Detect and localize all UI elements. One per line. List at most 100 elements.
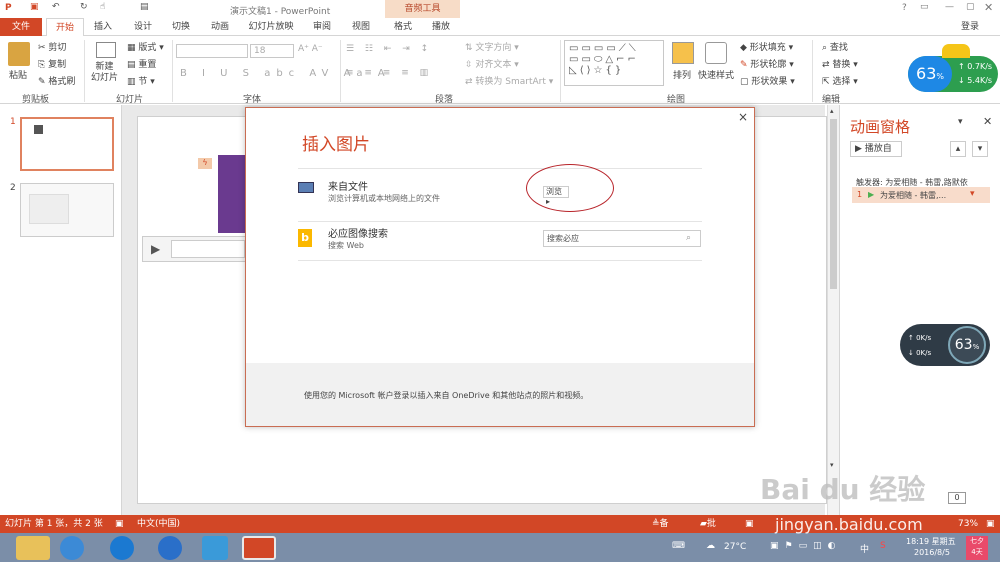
login-link[interactable]: 登录 (955, 18, 985, 36)
search-icon[interactable]: ⌕ (686, 231, 691, 246)
scroll-up-icon[interactable]: ▴ (830, 107, 834, 115)
arrange-button[interactable]: 排列 (673, 68, 691, 81)
select-button[interactable]: ⇱ 选择 ▾ (822, 74, 858, 87)
play-icon[interactable]: ▶ (151, 242, 160, 256)
language-label[interactable]: 中文(中国) (137, 515, 180, 533)
paste-button[interactable]: 粘贴 (9, 68, 27, 81)
replace-button[interactable]: ⇄ 替换 ▾ (822, 57, 858, 70)
edge-icon[interactable] (158, 536, 182, 560)
tab-insert[interactable]: 插入 (88, 18, 118, 36)
text-direction-button[interactable]: ⇅ 文字方向 ▾ (465, 40, 519, 53)
from-file-option[interactable]: 来自文件 浏览计算机或本地网络上的文件 浏览 ▸ (298, 176, 702, 212)
antivirus-icon[interactable]: S (880, 541, 886, 551)
pane-close-icon[interactable]: ✕ (983, 115, 992, 128)
minimize-button[interactable]: — (945, 2, 954, 12)
save-icon[interactable]: ▣ (30, 2, 39, 12)
touch-icon[interactable]: ☝ (100, 2, 105, 12)
format-painter-button[interactable]: ✎ 格式刷 (38, 74, 75, 87)
select-icon: ⇱ (822, 77, 830, 87)
cut-button[interactable]: ✂ 剪切 (38, 40, 66, 53)
tab-design[interactable]: 设计 (128, 18, 158, 36)
audio-cover-image[interactable] (218, 155, 248, 233)
new-slide-button[interactable]: 新建 幻灯片 (91, 62, 118, 84)
slide-thumbnail-2[interactable] (20, 183, 114, 237)
maximize-button[interactable]: ▢ (966, 2, 975, 12)
ribbon-options-icon[interactable]: ▭ (920, 2, 929, 12)
ime-indicator[interactable]: 中 (860, 542, 869, 555)
close-window-button[interactable]: ✕ (984, 1, 993, 14)
file-explorer-icon[interactable] (16, 536, 50, 560)
spellcheck-icon[interactable]: ▣ (115, 515, 124, 533)
calendar-badge[interactable]: 七夕 4天 (966, 536, 988, 560)
vertical-scrollbar[interactable]: ▴ ▾ (827, 105, 839, 515)
play-from-button[interactable]: ▶ 播放自 (850, 141, 902, 157)
quick-styles-button[interactable]: 快速样式 (698, 68, 734, 81)
align-buttons[interactable]: ≡ ≡ ≡ ≡ ▥ (346, 68, 432, 78)
align-text-button[interactable]: ⇳ 对齐文本 ▾ (465, 57, 519, 70)
animation-pane-title: 动画窗格 (850, 118, 911, 136)
tray-icons[interactable]: ▣⚑▭◫◐ (770, 541, 841, 551)
new-slide-icon[interactable] (96, 42, 116, 58)
weather-temp[interactable]: 27°C (724, 542, 746, 552)
animation-item[interactable]: 1 ▶ 为爱相随 - 韩雷,... ▾ (852, 187, 990, 203)
keyboard-icon[interactable]: ⌨ (672, 541, 685, 551)
zoom-level[interactable]: 73% (958, 515, 978, 533)
bing-search-input[interactable]: 搜索必应 ⌕ (543, 230, 701, 247)
tab-view[interactable]: 视图 (346, 18, 376, 36)
speed-widget[interactable]: 63% ↑ 0.7K/s ↓ 5.4K/s (908, 56, 998, 92)
page-indicator[interactable]: 0 (948, 492, 966, 504)
tab-review[interactable]: 审阅 (307, 18, 337, 36)
shape-effects-button[interactable]: ▢ 形状效果 ▾ (740, 74, 795, 87)
copy-button[interactable]: ⎘ 复制 (38, 57, 66, 70)
clock-date[interactable]: 2016/8/5 (914, 548, 950, 557)
notes-button[interactable]: ≜ 备注 (652, 515, 669, 547)
pane-options-icon[interactable]: ▾ (958, 117, 963, 127)
shape-outline-button[interactable]: ✎ 形状轮廓 ▾ (740, 57, 794, 70)
tab-file[interactable]: 文件 (0, 18, 42, 36)
trigger-marker[interactable]: ϟ (198, 158, 212, 169)
font-name-field[interactable] (176, 44, 248, 58)
tab-transitions[interactable]: 切换 (166, 18, 196, 36)
audio-player-bar[interactable]: ▶ (142, 236, 246, 262)
smartart-button[interactable]: ⇄ 转换为 SmartArt ▾ (465, 74, 553, 87)
slide-thumbnail-1[interactable] (20, 117, 114, 171)
onedrive-signin-text[interactable]: 使用您的 Microsoft 帐户登录以插入来自 OneDrive 和其他站点的… (304, 390, 588, 401)
scroll-thumb[interactable] (830, 119, 837, 289)
move-down-button[interactable]: ▾ (972, 141, 988, 157)
ie-icon[interactable] (60, 536, 84, 560)
reset-button[interactable]: ▤ 重置 (127, 57, 156, 70)
list-buttons[interactable]: ☰ ☷ ⇤ ⇥ ↕ (346, 44, 432, 54)
redo-icon[interactable]: ↻ (80, 2, 88, 12)
comments-button[interactable]: ▰ 批注 (700, 515, 716, 547)
paste-icon[interactable] (8, 42, 30, 66)
dialog-close-button[interactable]: × (738, 110, 748, 124)
section-button[interactable]: ▥ 节 ▾ (127, 74, 155, 87)
fit-slide-icon[interactable]: ▣ (986, 515, 995, 533)
powerpoint-taskbar-icon[interactable] (242, 536, 276, 560)
move-up-button[interactable]: ▴ (950, 141, 966, 157)
tab-slideshow[interactable]: 幻灯片放映 (245, 18, 297, 36)
grow-font-icon[interactable]: A⁺ A⁻ (298, 44, 323, 54)
help-button[interactable]: ? (902, 3, 907, 13)
layout-button[interactable]: ▦ 版式 ▾ (127, 40, 164, 53)
find-button[interactable]: ⌕ 查找 (822, 40, 848, 53)
clock-time[interactable]: 18:19 星期五 (906, 536, 956, 547)
dropdown-icon[interactable]: ▾ (970, 189, 975, 199)
font-size-field[interactable]: 18 (250, 44, 294, 58)
audio-progress-track[interactable] (171, 240, 245, 258)
baidu-disk-icon[interactable] (202, 536, 228, 560)
undo-icon[interactable]: ↶ (52, 2, 60, 12)
shape-fill-button[interactable]: ◆ 形状填充 ▾ (740, 40, 793, 53)
normal-view-icon[interactable]: ▣ (745, 515, 754, 533)
tab-playback[interactable]: 播放 (426, 18, 456, 36)
weather-icon[interactable]: ☁ (706, 541, 715, 551)
quick-styles-icon[interactable] (705, 42, 727, 64)
network-widget[interactable]: ↑ 0K/s ↓ 0K/s 63% (900, 324, 990, 366)
sogou-icon[interactable] (110, 536, 134, 560)
tab-format[interactable]: 格式 (388, 18, 418, 36)
arrange-icon[interactable] (672, 42, 694, 64)
present-icon[interactable]: ▤ (140, 2, 149, 12)
tab-home[interactable]: 开始 (46, 18, 84, 36)
shapes-gallery[interactable]: ▭▭▭▭⟋⟍ ▭▭⬭△⌐⌐ ◺⟨⟩☆{} (564, 40, 664, 86)
tab-animations[interactable]: 动画 (205, 18, 235, 36)
